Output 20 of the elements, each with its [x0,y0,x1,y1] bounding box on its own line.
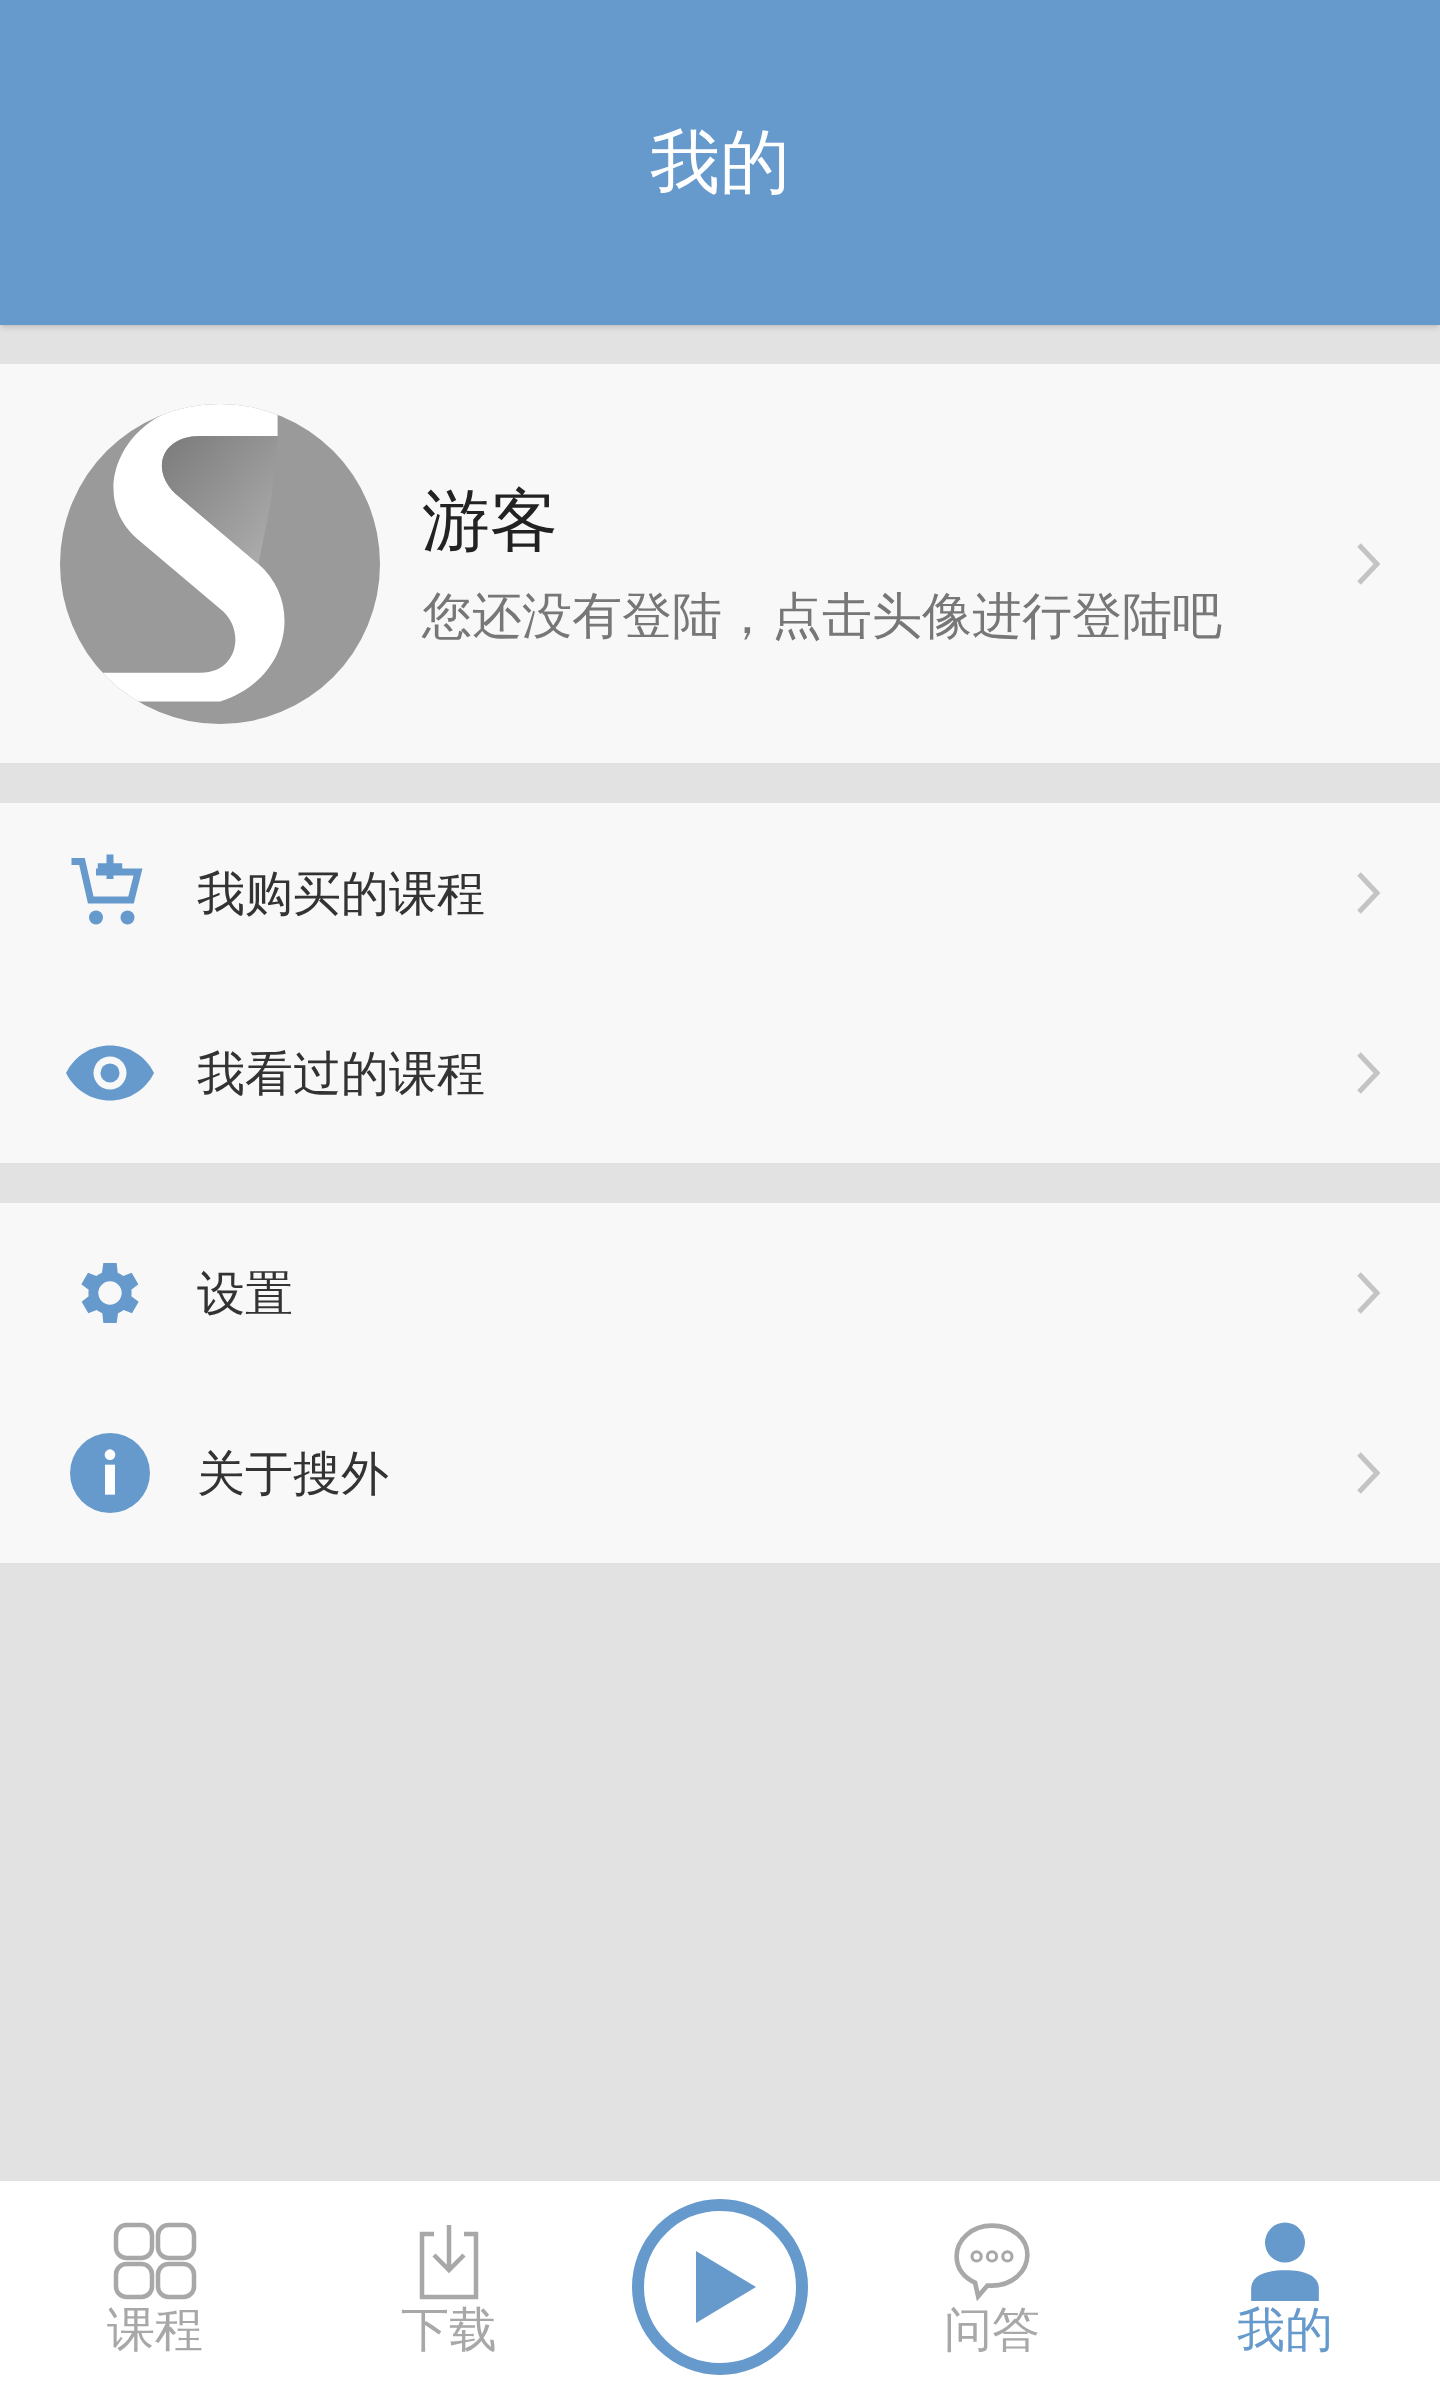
menu-item[interactable]: 设置 [0,1203,1440,1383]
chevron-right-icon [1356,871,1380,915]
profile-card[interactable]: 游客 您还没有登陆，点击头像进行登陆吧 [0,364,1440,763]
menu-item[interactable]: 我购买的课程 [0,803,1440,983]
chevron-right-icon [1356,1451,1380,1495]
menu-item[interactable]: 我看过的课程 [0,983,1440,1163]
chevron-right-icon [1356,1271,1380,1315]
eye-icon [66,1043,154,1103]
info-icon [70,1433,150,1513]
play-icon [696,2250,756,2323]
menu-item[interactable]: 关于搜外 [0,1383,1440,1563]
chevron-right-icon [1356,1051,1380,1095]
grid-icon [113,2220,197,2301]
login-hint: 您还没有登陆，点击头像进行登陆吧 [422,590,1223,641]
avatar-logo[interactable] [60,403,380,724]
user-name: 游客 [422,486,559,555]
chat-bubble-icon [951,2220,1032,2301]
chevron-right-icon [1356,541,1380,586]
play-button[interactable] [632,2198,808,2375]
page-title: 我的 [650,120,790,205]
